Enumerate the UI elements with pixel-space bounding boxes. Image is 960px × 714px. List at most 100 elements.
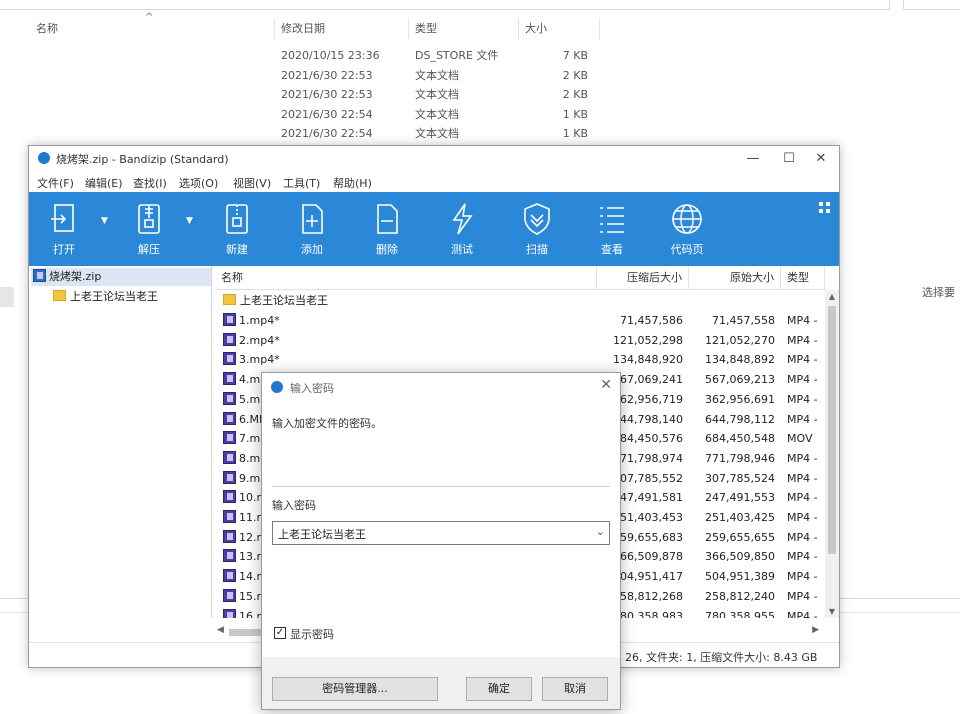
view-button[interactable]: 查看 xyxy=(584,202,640,262)
dialog-titlebar[interactable]: 输入密码 ✕ xyxy=(262,373,620,401)
row-name-text: 2.mp4* xyxy=(239,333,280,347)
bandizip-titlebar[interactable]: 烧烤架.zip - Bandizip (Standard) — ☐ ✕ xyxy=(29,146,839,172)
file-size: 2 KB xyxy=(562,88,588,102)
header-packed-size[interactable]: 压缩后大小 xyxy=(597,266,689,290)
delete-button[interactable]: 删除 xyxy=(359,202,415,262)
list-row-folder[interactable]: 上老王论坛当老王 xyxy=(215,291,825,311)
row-original-size: 644,798,112 xyxy=(705,412,775,426)
add-button[interactable]: 添加 xyxy=(284,202,340,262)
list-row[interactable]: 3.mp4* 134,848,920 134,848,892 MP4 - xyxy=(215,350,825,370)
list-row[interactable]: 1.mp4* 71,457,586 71,457,558 MP4 - xyxy=(215,311,825,331)
row-original-size: 251,403,425 xyxy=(705,511,775,524)
row-original-size: 307,785,524 xyxy=(705,471,775,485)
file-size: 2 KB xyxy=(562,68,588,82)
explorer-file-row[interactable]: 【老王论坛介绍】.txt2021/6/30 22:53文本文档2 KB xyxy=(30,85,600,104)
video-file-icon xyxy=(223,313,236,326)
row-original-size: 567,069,213 xyxy=(705,373,775,387)
tree-folder[interactable]: 上老王论坛当老王 xyxy=(53,288,158,306)
folder-tree: 烧烤架.zip 上老王论坛当老王 xyxy=(29,266,212,618)
dialog-prompt: 输入加密文件的密码。 xyxy=(272,417,382,430)
file-type: 文本文档 xyxy=(415,88,459,102)
cancel-button[interactable]: 取消 xyxy=(542,677,608,701)
zip-archive-icon xyxy=(33,269,46,282)
video-file-icon xyxy=(223,352,236,366)
open-dropdown-icon[interactable]: ▼ xyxy=(101,216,108,226)
menu-options[interactable]: 选项(O) xyxy=(179,175,218,191)
minimize-icon[interactable]: — xyxy=(735,148,771,170)
test-icon xyxy=(452,203,473,235)
test-button[interactable]: 测试 xyxy=(434,202,490,262)
open-label: 打开 xyxy=(53,243,75,256)
video-file-icon xyxy=(223,490,236,504)
scroll-left-icon[interactable]: ◀ xyxy=(217,625,224,635)
codepage-label: 代码页 xyxy=(670,243,704,256)
dialog-close-icon[interactable]: ✕ xyxy=(600,377,612,393)
open-button[interactable]: 打开 xyxy=(36,202,92,262)
explorer-nav-collapse[interactable] xyxy=(0,287,14,307)
password-label: 输入密码 xyxy=(272,499,316,512)
password-input[interactable]: 上老王论坛当老王 xyxy=(278,526,366,542)
add-label: 添加 xyxy=(301,243,323,256)
menu-view[interactable]: 视图(V) xyxy=(233,175,271,191)
row-type: MP4 - xyxy=(787,373,818,387)
scan-shield-icon xyxy=(524,203,550,235)
row-type: MP4 - xyxy=(787,314,818,327)
file-date: 2021/6/30 22:53 xyxy=(281,68,373,82)
scroll-up-icon[interactable]: ▲ xyxy=(826,292,838,301)
scroll-down-icon[interactable]: ▼ xyxy=(826,607,838,616)
explorer-file-row[interactable]: 获取最新地址及APP请发邮箱自动获取.txt2021/6/30 22:54文本文… xyxy=(30,124,600,143)
codepage-button[interactable]: 代码页 xyxy=(659,202,715,262)
row-original-size: 121,052,270 xyxy=(705,333,775,347)
status-text: 26, 文件夹: 1, 压缩文件大小: 8.43 GB xyxy=(625,651,818,664)
menu-edit[interactable]: 编辑(E) xyxy=(85,175,123,191)
header-original-size[interactable]: 原始大小 xyxy=(689,266,781,290)
video-file-icon xyxy=(223,608,236,618)
maximize-icon[interactable]: ☐ xyxy=(771,148,807,170)
row-name: 3.mp4* xyxy=(223,350,593,370)
row-name: 上老王论坛当老王 xyxy=(223,291,328,311)
file-date: 2020/10/15 23:36 xyxy=(281,49,380,62)
menu-find[interactable]: 查找(I) xyxy=(133,175,167,191)
globe-icon xyxy=(672,204,702,234)
chevron-down-icon[interactable]: ⌄ xyxy=(596,525,605,538)
col-date[interactable]: 修改日期 xyxy=(275,18,409,40)
vertical-scrollbar[interactable]: ▲ ▼ xyxy=(825,290,839,618)
extract-button[interactable]: 解压 xyxy=(121,202,177,262)
folder-icon xyxy=(53,290,66,301)
header-type[interactable]: 类型 xyxy=(781,266,825,290)
row-type: MP4 - xyxy=(787,609,818,619)
scroll-right-icon[interactable]: ▶ xyxy=(812,625,819,635)
scan-button[interactable]: 扫描 xyxy=(509,202,565,262)
row-type: MP4 - xyxy=(787,333,818,347)
video-file-icon xyxy=(223,411,236,425)
video-file-icon xyxy=(223,431,236,445)
show-password-checkbox[interactable]: ✓ xyxy=(274,627,286,639)
video-file-icon xyxy=(223,588,236,602)
ok-button[interactable]: 确定 xyxy=(466,677,532,701)
list-row[interactable]: 2.mp4* 121,052,298 121,052,270 MP4 - xyxy=(215,331,825,351)
row-type: MP4 - xyxy=(787,451,818,465)
extract-dropdown-icon[interactable]: ▼ xyxy=(186,216,193,226)
grid-menu-icon[interactable] xyxy=(819,202,831,214)
menu-tools[interactable]: 工具(T) xyxy=(283,175,320,191)
menu-help[interactable]: 帮助(H) xyxy=(333,175,372,191)
col-name[interactable]: 名称 xyxy=(30,18,275,40)
dialog-separator xyxy=(272,486,610,487)
delete-label: 删除 xyxy=(376,243,398,256)
tree-root[interactable]: 烧烤架.zip xyxy=(31,268,211,286)
explorer-column-header: ^ 名称 修改日期 类型 大小 xyxy=(30,12,600,40)
explorer-file-row[interactable]: .DS_Store2020/10/15 23:36DS_STORE 文件7 KB xyxy=(30,46,600,65)
menu-file[interactable]: 文件(F) xyxy=(37,175,74,191)
new-archive-label: 新建 xyxy=(226,243,248,256)
close-icon[interactable]: ✕ xyxy=(803,148,839,170)
col-type[interactable]: 类型 xyxy=(409,18,519,40)
password-combobox[interactable]: 上老王论坛当老王 ⌄ xyxy=(272,521,610,545)
scroll-thumb[interactable] xyxy=(828,306,836,554)
new-archive-button[interactable]: 新建 xyxy=(209,202,265,262)
explorer-file-row[interactable]: 【老王论坛永久地址发布页】.txt2021/6/30 22:54文本文档1 KB xyxy=(30,105,600,124)
col-size[interactable]: 大小 xyxy=(519,18,600,40)
explorer-details-hint: 选择要 xyxy=(922,286,955,299)
explorer-file-row[interactable]: 【来了就能下载和观看的论坛，纯免费！...2021/6/30 22:53文本文档… xyxy=(30,66,600,85)
password-manager-button[interactable]: 密码管理器... xyxy=(272,677,438,701)
row-original-size: 366,509,850 xyxy=(705,550,775,564)
